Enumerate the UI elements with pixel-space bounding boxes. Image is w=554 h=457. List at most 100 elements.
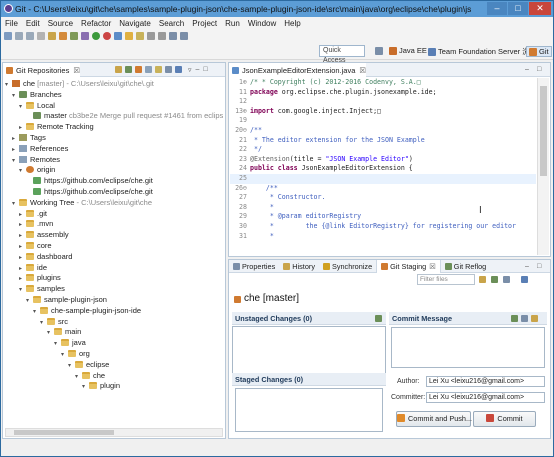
tree-item[interactable]: ▾ che — [5, 371, 223, 382]
unstaged-files-list[interactable] — [232, 326, 386, 376]
git-commit-icon[interactable] — [48, 31, 56, 40]
code-line[interactable]: 12 — [230, 97, 536, 107]
code-line[interactable]: 1⊕/* * Copyright (c) 2012-2016 Codenvy, … — [230, 78, 536, 88]
tree-item[interactable]: ▾ main — [5, 327, 223, 338]
run-icon[interactable] — [92, 31, 100, 40]
tree-item[interactable]: ▸ .mvn — [5, 219, 223, 230]
add-repository-icon[interactable] — [115, 66, 122, 73]
menu-file[interactable]: File — [5, 19, 18, 28]
filter-files-input[interactable]: Filter files — [417, 274, 475, 285]
tree-item[interactable]: https://github.com/eclipse/che.git — [5, 176, 223, 187]
tree-item[interactable]: ▸ dashboard — [5, 252, 223, 263]
tree-item[interactable]: ▾ che [master] - C:\Users\leixu\git\che\.… — [5, 79, 223, 90]
forward-icon[interactable] — [180, 31, 188, 40]
maximize-button[interactable]: □ — [508, 2, 528, 15]
tree-item[interactable]: ▸ Tags — [5, 133, 223, 144]
link-with-selection-icon[interactable] — [155, 66, 162, 73]
tree-item[interactable]: ▸ assembly — [5, 230, 223, 241]
change-id-icon[interactable] — [531, 315, 538, 322]
tree-item[interactable]: ▾ org — [5, 349, 223, 360]
tree-item[interactable]: ▸ plugins — [5, 273, 223, 284]
search-icon[interactable] — [136, 31, 144, 40]
new-icon[interactable] — [4, 31, 12, 40]
maximize-view-icon[interactable]: □ — [203, 66, 207, 74]
editor-tab[interactable]: JsonExampleEditorExtension.java ☒ — [229, 63, 367, 77]
annotation-prev-icon[interactable] — [158, 31, 166, 40]
open-type-icon[interactable] — [125, 31, 133, 40]
refresh-icon[interactable] — [145, 66, 152, 73]
menu-navigate[interactable]: Navigate — [119, 19, 151, 28]
refresh-icon[interactable] — [503, 276, 510, 283]
tree-item[interactable]: https://github.com/eclipse/che.git — [5, 187, 223, 198]
repository-tree[interactable]: ▾ che [master] - C:\Users\leixu\git\che\.… — [5, 79, 223, 426]
minimize-button[interactable]: – — [487, 2, 507, 15]
code-line[interactable]: 30 * the {@link EditorRegistry} for regi… — [230, 222, 536, 232]
scrollbar-thumb[interactable] — [14, 430, 114, 435]
code-line[interactable]: 11 package org.eclipse.che.plugin.jsonexa… — [230, 88, 536, 98]
tab-properties[interactable]: Properties — [229, 260, 279, 273]
tree-twisty[interactable]: ▾ — [82, 382, 89, 393]
commit-message-input[interactable] — [391, 327, 545, 368]
menu-search[interactable]: Search — [159, 19, 184, 28]
code-line[interactable]: 22 */ — [230, 145, 536, 155]
scrollbar-thumb[interactable] — [540, 86, 547, 176]
tree-item[interactable]: ▾ origin — [5, 165, 223, 176]
presentation-icon[interactable] — [479, 276, 486, 283]
perspective-tfs[interactable]: Team Foundation Server 浏览 — [428, 46, 537, 57]
save-icon[interactable] — [15, 31, 23, 40]
author-field[interactable]: Lei Xu <leixu216@gmail.com> — [426, 376, 545, 387]
tree-item[interactable]: ▾ java — [5, 338, 223, 349]
quick-access-field[interactable]: Quick Access — [319, 45, 365, 64]
code-line[interactable]: 31 * — [230, 232, 536, 242]
code-line[interactable]: 24 public class JsonExampleEditorExtensio… — [230, 164, 536, 174]
code-line[interactable]: 19 — [230, 116, 536, 126]
menu-project[interactable]: Project — [192, 19, 217, 28]
link-icon[interactable] — [175, 66, 182, 73]
code-line[interactable]: 28 * — [230, 203, 536, 213]
perspective-git[interactable]: Git — [526, 46, 552, 58]
tree-item[interactable]: ▾ eclipse — [5, 360, 223, 371]
menu-edit[interactable]: Edit — [26, 19, 40, 28]
git-pull-icon[interactable] — [70, 31, 78, 40]
git-push-icon[interactable] — [59, 31, 67, 40]
code-area[interactable]: 1⊕/* * Copyright (c) 2012-2016 Codenvy, … — [230, 78, 536, 255]
save-all-icon[interactable] — [26, 31, 34, 40]
tab-git-staging[interactable]: Git Staging ☒ — [376, 259, 441, 273]
menu-window[interactable]: Window — [248, 19, 276, 28]
menu-source[interactable]: Source — [48, 19, 73, 28]
code-line[interactable]: 29 * @param editorRegistry — [230, 212, 536, 222]
back-icon[interactable] — [169, 31, 177, 40]
code-line[interactable]: 13⊕ import com.google.inject.Inject;□ — [230, 107, 536, 117]
annotation-next-icon[interactable] — [147, 31, 155, 40]
tab-history[interactable]: History — [279, 260, 319, 273]
tree-item[interactable]: ▾ Remotes — [5, 155, 223, 166]
close-icon[interactable]: ☒ — [73, 66, 80, 75]
minimize-view-icon[interactable]: – — [525, 263, 529, 270]
external-tools-icon[interactable] — [103, 31, 111, 40]
tree-item[interactable]: ▾ plugin — [5, 381, 223, 392]
collapse-all-icon[interactable] — [165, 66, 172, 73]
code-line[interactable]: 23 @Extension(title = "JSON Example Edito… — [230, 155, 536, 165]
commit-and-push-button[interactable]: Commit and Push... — [396, 411, 472, 427]
staged-files-list[interactable] — [235, 388, 383, 432]
tree-item[interactable]: ▾ Branches — [5, 90, 223, 101]
tree-item[interactable]: ▾ samples — [5, 284, 223, 295]
view-menu-icon[interactable] — [521, 276, 528, 283]
clone-repository-icon[interactable] — [125, 66, 132, 73]
committer-field[interactable]: Lei Xu <leixu216@gmail.com> — [426, 392, 545, 403]
tree-item[interactable]: ▾ src — [5, 317, 223, 328]
close-button[interactable]: ✕ — [529, 2, 551, 15]
link-selection-icon[interactable] — [491, 276, 498, 283]
code-line[interactable]: 25 — [230, 173, 536, 184]
print-icon[interactable] — [37, 31, 45, 40]
view-menu-icon[interactable]: ▿ — [188, 66, 192, 74]
maximize-view-icon[interactable]: □ — [537, 263, 541, 270]
tree-item[interactable]: ▸ ide — [5, 263, 223, 274]
tree-item[interactable]: ▸ .git — [5, 209, 223, 220]
minimize-view-icon[interactable]: – — [196, 66, 200, 74]
open-perspective-button[interactable] — [375, 46, 385, 56]
menu-refactor[interactable]: Refactor — [81, 19, 111, 28]
debug-icon[interactable] — [81, 31, 89, 40]
new-java-project-icon[interactable] — [114, 31, 122, 40]
code-line[interactable]: 27 * Constructor. — [230, 193, 536, 203]
